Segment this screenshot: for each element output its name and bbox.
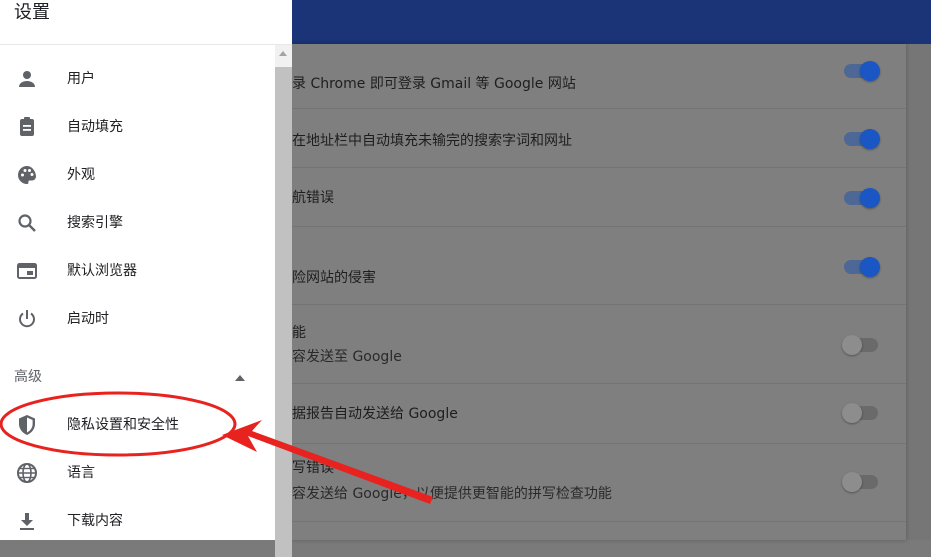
settings-row: 险网站的侵害	[292, 226, 906, 305]
nav-item-label: 搜索引擎	[67, 215, 123, 231]
setting-description: 容发送给 Google，以便提供更智能的拼写检查功能	[292, 486, 612, 502]
nav-item-label: 隐私设置和安全性	[67, 417, 179, 433]
setting-toggle[interactable]	[844, 188, 880, 208]
nav-item-label: 启动时	[67, 311, 109, 327]
setting-toggle[interactable]	[844, 129, 880, 149]
setting-toggle[interactable]	[844, 257, 880, 277]
power-icon	[19, 310, 35, 328]
settings-card: 录 Chrome 即可登录 Gmail 等 Google 网站 在地址栏中自动填…	[292, 44, 906, 540]
scroll-up-arrow-icon[interactable]	[279, 51, 287, 56]
advanced-section-toggle[interactable]: 高级	[14, 367, 42, 387]
settings-row: 录 Chrome 即可登录 Gmail 等 Google 网站	[292, 44, 906, 109]
setting-toggle[interactable]	[842, 472, 880, 492]
shield-icon	[19, 415, 35, 435]
setting-title: 录 Chrome 即可登录 Gmail 等 Google 网站	[292, 76, 576, 92]
nav-item-label: 用户	[67, 71, 95, 87]
browser-icon	[17, 263, 37, 279]
globe-icon	[17, 463, 37, 483]
setting-title: 在地址栏中自动填充未输完的搜索字词和网址	[292, 133, 572, 149]
setting-toggle[interactable]	[842, 403, 880, 423]
nav-item-label: 下载内容	[67, 513, 123, 529]
setting-title: 航错误	[292, 190, 334, 206]
nav-item-downloads[interactable]: 下载内容	[0, 499, 270, 543]
nav-item-label: 外观	[67, 167, 95, 183]
scrollbar-thumb[interactable]	[275, 67, 292, 557]
clipboard-icon	[20, 117, 34, 136]
person-icon	[19, 71, 35, 87]
setting-toggle[interactable]	[842, 335, 880, 355]
nav-item-appearance[interactable]: 外观	[0, 153, 270, 197]
setting-toggle[interactable]	[844, 61, 880, 81]
settings-row: 写错误 容发送给 Google，以便提供更智能的拼写检查功能	[292, 443, 906, 522]
nav-item-label: 语言	[67, 465, 95, 481]
setting-title: 能	[292, 325, 306, 341]
settings-drawer: 设置 用户 自动填充 外观 搜索引擎 默认浏览器 启动时 高级 隐私设置和安全性…	[0, 0, 292, 557]
settings-row: 在地址栏中自动填充未输完的搜索字词和网址	[292, 108, 906, 168]
nav-item-autofill[interactable]: 自动填充	[0, 105, 270, 149]
nav-item-label: 自动填充	[67, 119, 123, 135]
drawer-title: 设置	[14, 2, 50, 23]
setting-title: 写错误	[292, 460, 334, 476]
settings-row: 航错误	[292, 167, 906, 227]
setting-description: 容发送至 Google	[292, 349, 402, 365]
nav-item-languages[interactable]: 语言	[0, 451, 270, 495]
divider	[0, 44, 292, 45]
chevron-up-icon[interactable]	[232, 370, 248, 386]
download-icon	[20, 513, 34, 530]
nav-item-default-browser[interactable]: 默认浏览器	[0, 249, 270, 293]
nav-item-search-engine[interactable]: 搜索引擎	[0, 201, 270, 245]
nav-item-label: 默认浏览器	[67, 263, 137, 279]
drawer-scrollbar[interactable]	[275, 45, 292, 557]
settings-row: 据报告自动发送给 Google	[292, 383, 906, 444]
nav-item-privacy-security[interactable]: 隐私设置和安全性	[0, 403, 270, 447]
page-background	[906, 44, 931, 540]
nav-item-on-startup[interactable]: 启动时	[0, 297, 270, 341]
setting-title: 据报告自动发送给 Google	[292, 406, 458, 422]
nav-item-people[interactable]: 用户	[0, 57, 270, 101]
palette-icon	[18, 166, 36, 184]
setting-title: 险网站的侵害	[292, 270, 376, 286]
search-icon	[18, 214, 36, 232]
settings-row: 能 容发送至 Google	[292, 304, 906, 384]
